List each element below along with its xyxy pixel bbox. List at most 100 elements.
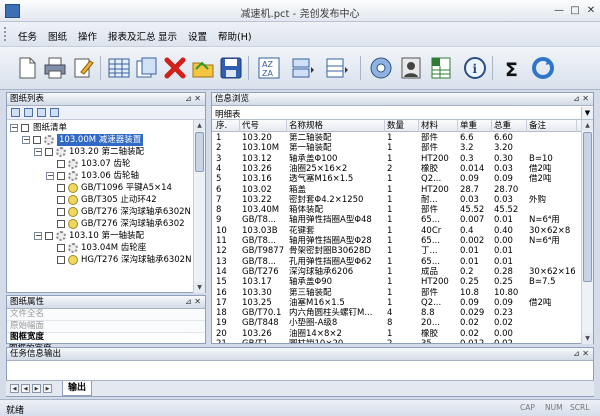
next-tab-icon[interactable]: ▶ [32, 384, 41, 393]
scroll-down-icon[interactable]: ▼ [194, 282, 205, 293]
menu-grip[interactable] [4, 27, 8, 41]
delete-icon[interactable] [162, 55, 188, 81]
toolbar-separator [360, 56, 361, 80]
last-tab-icon[interactable]: ▶ [43, 384, 52, 393]
edit-document-icon[interactable] [70, 55, 96, 81]
num-indicator: NUM [545, 403, 563, 412]
menu-help[interactable]: 帮助(H) [218, 29, 252, 43]
tree-item-label: GB/T276 深沟球轴承6302N [81, 207, 191, 217]
disc-icon[interactable] [368, 55, 394, 81]
parts-table: 序. 代号 名称规格 数量 材料 单重 总重 备注 1 103.20 第二轴装配 1 部件 6.6 6.6… [212, 120, 581, 343]
output-tabs: ◀ ◀ ▶ ▶ 输出 [6, 380, 594, 396]
sum-icon[interactable]: Σ [500, 55, 526, 81]
column-header[interactable]: 材料 [419, 120, 458, 132]
layout-icon[interactable] [290, 55, 316, 81]
tree-checkbox[interactable] [33, 136, 41, 144]
tree-checkbox[interactable] [57, 208, 65, 216]
tree-item-label: 103.10 第一轴装配 [69, 231, 144, 241]
tree-panel: 图纸列表 ⊿ ✕ − 图纸清单 − 103.00M 减速器装置 − 103.20 第二轴… [6, 92, 206, 293]
pin-icon[interactable]: ⊿ ✕ [185, 93, 201, 105]
minimize-icon[interactable]: — [552, 4, 566, 17]
tree-tool-2-icon[interactable] [24, 108, 33, 117]
refresh-icon[interactable] [530, 55, 556, 81]
prop-row-filename[interactable]: 文件全名 [7, 309, 205, 321]
tree-checkbox[interactable] [57, 172, 65, 180]
tree-tool-1-icon[interactable] [11, 108, 20, 117]
menu-bar: 任务 图纸 操作 报表及汇总 显示 设置 帮助(H) [0, 22, 600, 46]
assembly-icon [56, 147, 66, 157]
menu-reports[interactable]: 报表及汇总 [108, 29, 156, 43]
tab-output[interactable]: 输出 [62, 381, 92, 396]
tree-tool-3-icon[interactable] [37, 108, 46, 117]
open-folder-icon[interactable] [190, 55, 216, 81]
tree-checkbox[interactable] [45, 232, 53, 240]
output-panel-header: 任务信息输出 ⊿ ✕ [7, 348, 593, 361]
tree-checkbox[interactable] [21, 124, 29, 132]
tree-checkbox[interactable] [57, 196, 65, 204]
scroll-thumb[interactable] [195, 132, 204, 172]
prev-tab-icon[interactable]: ◀ [21, 384, 30, 393]
collapse-icon[interactable]: − [46, 172, 54, 180]
tree-checkbox[interactable] [45, 148, 53, 156]
menu-task[interactable]: 任务 [18, 29, 37, 43]
split-view-icon[interactable] [324, 55, 350, 81]
menu-drawing[interactable]: 图纸 [48, 29, 67, 43]
maximize-icon[interactable]: □ [568, 4, 582, 17]
info-panel: 信息浏览 ⊿ ✕ 明细表 ▼ 序. 代号 名称规格 数量 材料 单重 总重 备注 1 103.20… [211, 92, 594, 344]
standard-part-icon [68, 255, 78, 265]
first-tab-icon[interactable]: ◀ [10, 384, 19, 393]
collapse-icon[interactable]: − [34, 232, 42, 240]
table-cell: 圆柱销10×20 [287, 339, 385, 343]
menu-view[interactable]: 显示 [158, 29, 177, 43]
table-scrollbar[interactable]: ▲ ▼ [581, 120, 593, 344]
table-icon[interactable] [106, 55, 132, 81]
column-header[interactable]: 备注 [527, 120, 577, 132]
tree-checkbox[interactable] [57, 244, 65, 252]
column-header[interactable]: 数量 [385, 120, 419, 132]
collapse-icon[interactable]: − [34, 148, 42, 156]
tree-scrollbar[interactable]: ▲ ▼ [193, 120, 205, 293]
column-header[interactable]: 总重 [492, 120, 527, 132]
column-header[interactable]: 名称规格 [287, 120, 385, 132]
scroll-thumb[interactable] [583, 132, 592, 282]
table-cell: 2 [385, 339, 419, 343]
toolbar: AZ ZA i Σ [0, 46, 600, 90]
save-icon[interactable] [218, 55, 244, 81]
table-cell: GB/T1... [240, 339, 287, 343]
sort-az-icon[interactable]: AZ ZA [256, 55, 282, 81]
tree-tool-4-icon[interactable] [50, 108, 59, 117]
menu-settings[interactable]: 设置 [188, 29, 207, 43]
chevron-down-icon[interactable]: ▼ [581, 107, 593, 119]
menu-operate[interactable]: 操作 [78, 29, 97, 43]
open-catalog-icon[interactable] [134, 55, 160, 81]
pin-icon[interactable]: ⊿ ✕ [573, 348, 589, 360]
column-header[interactable]: 单重 [458, 120, 492, 132]
assembly-icon [68, 171, 78, 181]
pin-icon[interactable]: ⊿ ✕ [573, 93, 589, 105]
pin-icon[interactable]: ⊿ ✕ [185, 296, 201, 308]
table-row[interactable]: 21GB/T1...圆柱销10×202350.0120.02 [212, 339, 581, 343]
info-icon[interactable]: i [462, 55, 488, 81]
print-icon[interactable] [42, 55, 68, 81]
new-document-icon[interactable] [14, 55, 40, 81]
tree-checkbox[interactable] [57, 256, 65, 264]
collapse-icon[interactable]: − [10, 124, 18, 132]
column-header[interactable]: 代号 [240, 120, 287, 132]
scroll-down-icon[interactable]: ▼ [582, 333, 593, 344]
tree-checkbox[interactable] [57, 160, 65, 168]
scroll-up-icon[interactable]: ▲ [582, 120, 593, 131]
tree-checkbox[interactable] [57, 220, 65, 228]
table-type-select[interactable]: 明细表 ▼ [212, 107, 593, 120]
spreadsheet-icon[interactable] [428, 55, 454, 81]
collapse-icon[interactable]: − [22, 136, 30, 144]
tree-checkbox[interactable] [57, 184, 65, 192]
scroll-up-icon[interactable]: ▲ [194, 120, 205, 131]
close-icon[interactable]: ✕ [584, 4, 598, 17]
column-header[interactable]: 序. [214, 120, 240, 132]
tree-item-label: 103.20 第二轴装配 [69, 147, 144, 157]
window-title: 减速机.pct - 尧创发布中心 [240, 9, 360, 20]
assembly-icon [68, 243, 78, 253]
user-icon[interactable] [398, 55, 424, 81]
status-bar: 就绪 CAP NUM SCRL [0, 399, 600, 416]
tree-item-label: 103.04M 齿轮座 [81, 243, 147, 253]
